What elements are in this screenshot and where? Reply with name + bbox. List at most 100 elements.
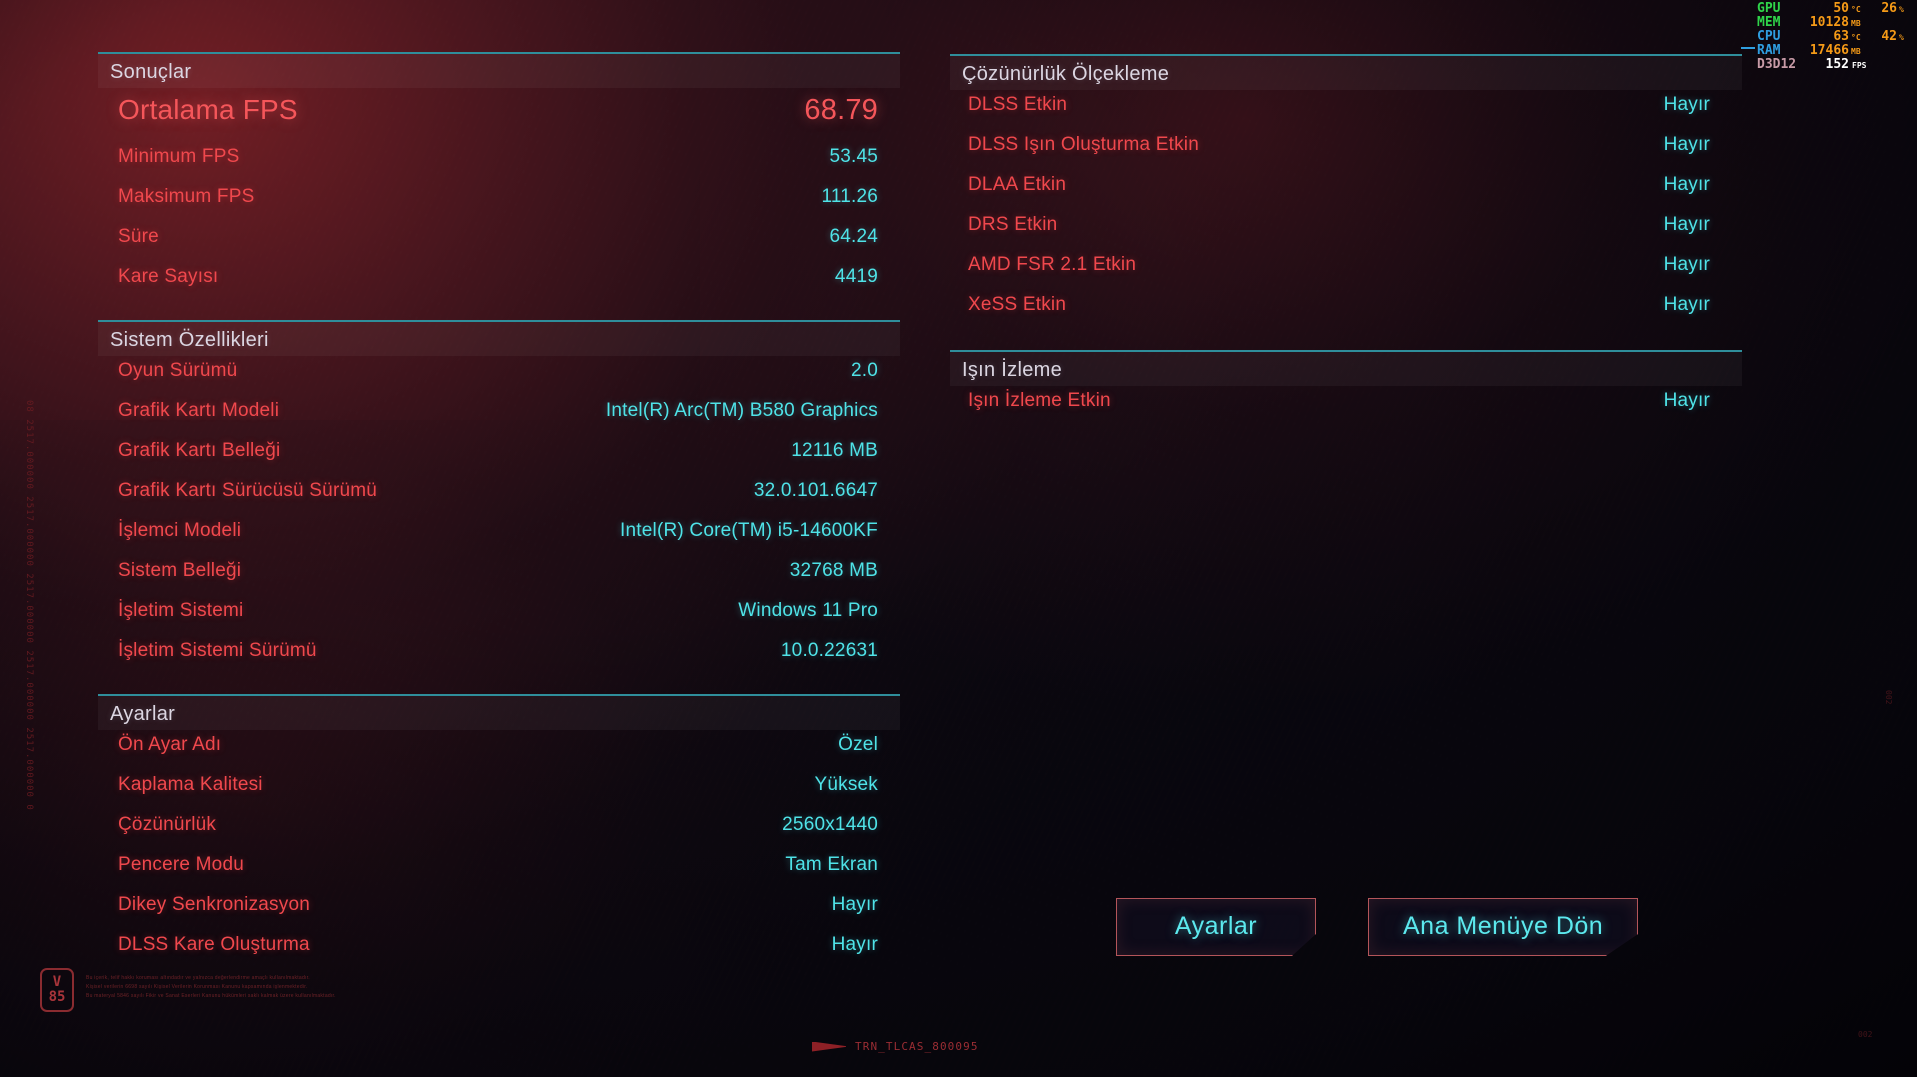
metric-label: DRS Etkin: [968, 214, 1058, 235]
metric-value: 111.26: [821, 186, 878, 207]
legal-line-2: Kişisel verilerin 6698 sayılı Kişisel Ve…: [86, 984, 308, 990]
version-badge-bottom: 85: [48, 989, 66, 1005]
metric-row: İşlemci Modeli Intel(R) Core(TM) i5-14600…: [98, 520, 900, 560]
metric-label: XeSS Etkin: [968, 294, 1067, 315]
legal-text-lines: Bu içerik, telif hakkı koruması altındad…: [86, 968, 336, 1001]
metric-label: Minimum FPS: [118, 146, 240, 167]
metric-row: Kare Sayısı 4419: [98, 266, 900, 306]
metric-label: Kaplama Kalitesi: [118, 774, 263, 795]
metric-value: Hayır: [1663, 254, 1710, 275]
section-header: Işın İzleme: [950, 350, 1742, 386]
hud-key: MEM: [1757, 15, 1781, 30]
metric-value: 10.0.22631: [780, 640, 878, 661]
metric-row: XeSS Etkin Hayır: [950, 294, 1742, 334]
metric-label: İşletim Sistemi Sürümü: [118, 640, 317, 661]
metric-row: Sistem Belleği 32768 MB: [98, 560, 900, 600]
metric-value: Windows 11 Pro: [738, 600, 878, 621]
hud-row: CPU 63 °C 42%: [1757, 30, 1909, 43]
metric-value: Intel(R) Core(TM) i5-14600KF: [620, 520, 878, 541]
right-options-panel: Çözünürlük Ölçekleme DLSS Etkin Hayır DLSS …: [950, 54, 1742, 434]
section-çözünürlük-ölçekleme: Çözünürlük Ölçekleme DLSS Etkin Hayır DLSS …: [950, 54, 1742, 334]
metric-label: Ön Ayar Adı: [118, 734, 222, 755]
metric-row: Işın İzleme Etkin Hayır: [950, 390, 1742, 430]
metric-row: Grafik Kartı Sürücüsü Sürümü 32.0.101.664…: [98, 480, 900, 520]
legal-line-3: Bu materyal 5846 sayılı Fikir ve Sanat E…: [86, 993, 336, 999]
hud-metric-rows: GPU 50 °C 26% MEM 10128 MB CPU 63 °C 42% RAM 17466 MB: [1757, 2, 1909, 57]
metric-label: Kare Sayısı: [118, 266, 219, 287]
performance-overlay-hud: GPU 50 °C 26% MEM 10128 MB CPU 63 °C 42% RAM 17466 MB…: [1741, 2, 1909, 72]
settings-button[interactable]: Ayarlar: [1116, 898, 1316, 956]
hud-unit-secondary: %: [1899, 33, 1904, 42]
benchmark-results-screen: Sonuçlar Ortalama FPS 68.79 Minimum FPS 53.4…: [0, 0, 1917, 1077]
left-results-panel: Sonuçlar Ortalama FPS 68.79 Minimum FPS 53.4…: [98, 52, 900, 978]
metric-label: Grafik Kartı Belleği: [118, 440, 281, 461]
metric-value: Hayır: [1663, 174, 1710, 195]
metric-row: Oyun Sürümü 2.0: [98, 360, 900, 400]
section-header: Sonuçlar: [98, 52, 900, 88]
hud-fps-unit: FPS: [1852, 61, 1867, 70]
metric-value: 53.45: [829, 146, 878, 167]
section-title: Ayarlar: [110, 703, 176, 725]
metric-label: İşlemci Modeli: [118, 520, 242, 541]
hud-unit-secondary: %: [1899, 5, 1904, 14]
section-header: Çözünürlük Ölçekleme: [950, 54, 1742, 90]
hud-unit: MB: [1851, 47, 1861, 56]
hud-row: RAM 17466 MB: [1757, 44, 1909, 57]
hud-key: RAM: [1757, 43, 1781, 58]
metric-label: AMD FSR 2.1 Etkin: [968, 254, 1137, 275]
metric-row: DLSS Etkin Hayır: [950, 94, 1742, 134]
metric-row: DLAA Etkin Hayır: [950, 174, 1742, 214]
action-button-bar: Ayarlar Ana Menüye Dön: [1116, 898, 1639, 956]
hud-row: GPU 50 °C 26%: [1757, 2, 1909, 15]
metric-value: Hayır: [1663, 294, 1710, 315]
version-badge-top: V: [52, 974, 62, 990]
metric-row: Süre 64.24: [98, 226, 900, 266]
hud-fps-value: 152: [1825, 57, 1849, 72]
hud-key: CPU: [1757, 29, 1781, 44]
metric-row: Kaplama Kalitesi Yüksek: [98, 774, 900, 814]
metric-label: Ortalama FPS: [118, 94, 298, 125]
legal-notice-block: V 85 Bu içerik, telif hakkı koruması alt…: [40, 968, 336, 1012]
session-watermark: TRN_TLCAS_800095: [812, 1040, 979, 1053]
section-title: Sistem Özellikleri: [110, 329, 269, 351]
metric-row: Çözünürlük 2560x1440: [98, 814, 900, 854]
metric-value: 64.24: [829, 226, 878, 247]
section-title: Çözünürlük Ölçekleme: [962, 63, 1170, 85]
metric-row: Maksimum FPS 111.26: [98, 186, 900, 226]
vertical-marker-right: 002: [1884, 690, 1893, 705]
metric-row: Ön Ayar Adı Özel: [98, 734, 900, 774]
return-to-main-menu-button[interactable]: Ana Menüye Dön: [1368, 898, 1639, 956]
metric-label: DLSS Kare Oluşturma: [118, 934, 310, 955]
hud-value-secondary: 42: [1881, 29, 1897, 44]
section-sistem-özellikleri: Sistem Özellikleri Oyun Sürümü 2.0 Grafik K…: [98, 320, 900, 680]
section-title: Sonuçlar: [110, 61, 192, 83]
metric-row: Minimum FPS 53.45: [98, 146, 900, 186]
corner-marker-bottom-right: 002: [1858, 1030, 1873, 1039]
metric-label: Sistem Belleği: [118, 560, 242, 581]
metric-row: Grafik Kartı Modeli Intel(R) Arc(TM) B580…: [98, 400, 900, 440]
section-sonuçlar: Sonuçlar Ortalama FPS 68.79 Minimum FPS 53.4…: [98, 52, 900, 306]
metric-label: Işın İzleme Etkin: [968, 390, 1111, 411]
section-header: Sistem Özellikleri: [98, 320, 900, 356]
vertical-debug-strip-left: 08 2517.000000 2517.000000 2517.000000 2…: [24, 400, 34, 811]
section-rows: Ön Ayar Adı Özel Kaplama Kalitesi Yüksek Çöz…: [98, 730, 900, 974]
hud-api-label: D3D12: [1757, 57, 1797, 72]
metric-value: Hayır: [1663, 390, 1710, 411]
metric-value: Tam Ekran: [785, 854, 878, 875]
metric-value: 12116 MB: [791, 440, 878, 461]
hud-value: 63: [1833, 29, 1849, 44]
metric-label: DLSS Etkin: [968, 94, 1068, 115]
metric-value: Yüksek: [814, 774, 878, 795]
metric-row: Ortalama FPS 68.79: [98, 94, 900, 146]
metric-row: İşletim Sistemi Windows 11 Pro: [98, 600, 900, 640]
metric-row: Pencere Modu Tam Ekran: [98, 854, 900, 894]
section-header: Ayarlar: [98, 694, 900, 730]
metric-label: Pencere Modu: [118, 854, 244, 875]
section-rows: DLSS Etkin Hayır DLSS Işın Oluşturma Etkin…: [950, 90, 1742, 334]
hud-unit: °C: [1851, 5, 1861, 14]
metric-label: Grafik Kartı Sürücüsü Sürümü: [118, 480, 378, 501]
metric-value: Özel: [838, 734, 878, 755]
version-badge: V 85: [40, 968, 74, 1012]
section-title: Işın İzleme: [962, 359, 1062, 381]
metric-label: Grafik Kartı Modeli: [118, 400, 280, 421]
